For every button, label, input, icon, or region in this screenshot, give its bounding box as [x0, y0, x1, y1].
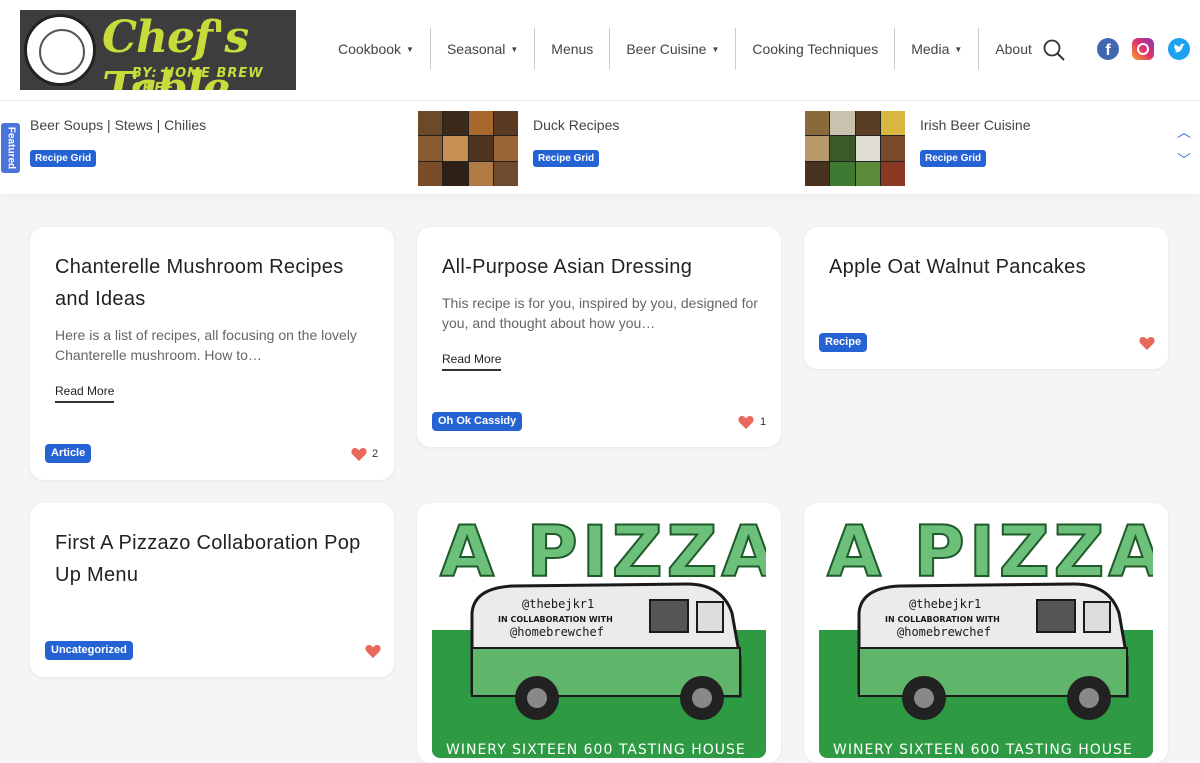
post-title[interactable]: Apple Oat Walnut Pancakes [829, 251, 1149, 283]
read-more-link[interactable]: Read More [55, 384, 115, 403]
poster-headline: A PIZZAZO [440, 518, 766, 593]
featured-item[interactable]: Irish Beer Cuisine Recipe Grid [805, 111, 1165, 187]
read-more-link[interactable]: Read More [442, 352, 502, 371]
category-badge[interactable]: Recipe [819, 333, 868, 352]
logo-subtitle: BY: HOME BREW CHEF [132, 66, 264, 90]
poster-line-3: @homebrewchef [897, 625, 991, 639]
heart-icon[interactable] [351, 447, 367, 462]
logo-seal-icon [24, 14, 96, 86]
poster-line-3: @homebrewchef [510, 625, 604, 639]
nav-label: Beer Cuisine [626, 41, 707, 57]
chevron-down-icon: ▼ [406, 44, 414, 54]
poster-footer: WINERY SIXTEEN 600 TASTING HOUSE [446, 742, 746, 758]
nav-label: Cooking Techniques [752, 41, 879, 57]
chevron-down-icon: ▼ [954, 44, 963, 54]
chevron-down-icon[interactable]: ﹀ [1177, 153, 1191, 167]
featured-thumbnail[interactable] [805, 111, 905, 186]
category-badge[interactable]: Recipe Grid [533, 150, 600, 167]
like-count: 1 [760, 416, 767, 428]
poster-line-1: @thebejkr1 [909, 597, 981, 611]
chevron-down-icon: ▼ [711, 44, 720, 54]
nav-label: Seasonal [446, 41, 506, 57]
nav-item-beer-cuisine[interactable]: Beer Cuisine ▼ [609, 28, 735, 70]
food-truck-poster: A PIZZAZO @thebejkr1 IN COLLABORATION WI… [432, 518, 766, 758]
poster-footer: WINERY SIXTEEN 600 TASTING HOUSE [833, 742, 1133, 758]
instagram-icon[interactable] [1132, 38, 1154, 60]
heart-icon[interactable] [738, 415, 754, 430]
facebook-glyph: f [1105, 42, 1111, 59]
post-image[interactable]: A PIZZAZO @thebejkr1 IN COLLABORATION WI… [819, 518, 1153, 758]
category-badge[interactable]: Uncategorized [45, 641, 133, 660]
featured-bar: Featured Beer Soups | Stews | Chilies Re… [0, 100, 1200, 194]
poster-headline: A PIZZAZO [827, 518, 1153, 593]
facebook-icon[interactable]: f [1097, 38, 1119, 60]
post-card: A PIZZAZO @thebejkr1 IN COLLABORATION WI… [804, 503, 1168, 763]
site-header: Chef's Table BY: HOME BREW CHEF Cookbook… [0, 0, 1200, 100]
nav-label: Menus [551, 41, 594, 57]
post-excerpt: Here is a list of recipes, all focusing … [55, 327, 357, 363]
search-icon[interactable] [1043, 39, 1065, 61]
nav-item-cooking-techniques[interactable]: Cooking Techniques [735, 28, 894, 70]
site-logo[interactable]: Chef's Table BY: HOME BREW CHEF [20, 10, 296, 90]
featured-item-title[interactable]: Beer Soups | Stews | Chilies [30, 117, 206, 133]
twitter-bird-glyph [1174, 43, 1185, 53]
post-card: All-Purpose Asian Dressing This recipe i… [417, 227, 781, 447]
nav-label: Cookbook [338, 41, 402, 57]
poster-line-1: @thebejkr1 [522, 597, 594, 611]
nav-item-media[interactable]: Media ▼ [894, 28, 978, 70]
poster-line-2: IN COLLABORATION WITH [498, 615, 613, 624]
category-badge[interactable]: Recipe Grid [920, 150, 987, 167]
category-badge[interactable]: Recipe Grid [30, 150, 97, 167]
post-card: Apple Oat Walnut Pancakes Recipe [804, 227, 1168, 369]
chevron-up-icon[interactable]: ︿ [1177, 125, 1191, 139]
poster-line-2: IN COLLABORATION WITH [885, 615, 1000, 624]
nav-label: Media [911, 41, 950, 57]
post-title[interactable]: First A Pizzazo Collaboration Pop Up Men… [55, 527, 375, 591]
post-excerpt: This recipe is for you, inspired by you,… [442, 295, 758, 331]
featured-tab[interactable]: Featured [1, 123, 20, 173]
featured-thumbnail[interactable] [418, 111, 518, 186]
heart-icon[interactable] [1139, 336, 1155, 351]
post-title[interactable]: All-Purpose Asian Dressing [442, 251, 762, 283]
featured-item-title[interactable]: Duck Recipes [533, 117, 619, 133]
category-badge[interactable]: Article [45, 444, 92, 463]
chevron-down-icon: ▼ [510, 44, 519, 54]
category-badge[interactable]: Oh Ok Cassidy [432, 412, 523, 431]
featured-item[interactable]: Beer Soups | Stews | Chilies Recipe Grid [30, 111, 390, 187]
post-image[interactable]: A PIZZAZO @thebejkr1 IN COLLABORATION WI… [432, 518, 766, 758]
nav-item-about[interactable]: About [978, 28, 1048, 70]
food-truck-poster: A PIZZAZO @thebejkr1 IN COLLABORATION WI… [819, 518, 1153, 758]
nav-item-cookbook[interactable]: Cookbook ▼ [322, 28, 430, 70]
heart-icon[interactable] [365, 644, 381, 659]
twitter-icon[interactable] [1168, 38, 1190, 60]
nav-item-menus[interactable]: Menus [534, 28, 609, 70]
featured-item-title[interactable]: Irish Beer Cuisine [920, 117, 1031, 133]
like-count: 2 [372, 448, 379, 460]
featured-tab-label: Featured [5, 126, 16, 170]
featured-item[interactable]: Duck Recipes Recipe Grid [418, 111, 778, 187]
post-card: First A Pizzazo Collaboration Pop Up Men… [30, 503, 394, 677]
nav-item-seasonal[interactable]: Seasonal ▼ [429, 28, 534, 70]
nav-label: About [995, 41, 1032, 57]
main-nav: Cookbook ▼ Seasonal ▼ Menus Beer Cuisine… [322, 28, 1048, 70]
post-title[interactable]: Chanterelle Mushroom Recipes and Ideas [55, 251, 375, 315]
post-card: A PIZZAZO @thebejkr1 IN COLLABORATION WI… [417, 503, 781, 763]
post-card: Chanterelle Mushroom Recipes and Ideas H… [30, 227, 394, 480]
